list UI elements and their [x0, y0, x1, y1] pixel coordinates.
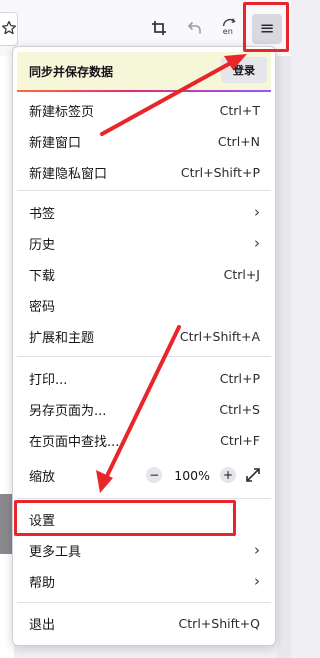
sync-label: 同步并保存数据	[29, 65, 114, 79]
menu-item-label: 打印...	[29, 372, 68, 388]
menu-item-label: 退出	[29, 617, 56, 633]
menu-item-label: 密码	[29, 299, 56, 315]
menu-item-label: 缩放	[29, 469, 56, 485]
fullscreen-icon[interactable]	[246, 468, 260, 482]
menu-item-label: 新建隐私窗口	[29, 166, 108, 182]
sign-in-button[interactable]: 登录	[221, 57, 267, 83]
menu-item-label: 帮助	[29, 575, 56, 591]
page-gray-block	[0, 494, 12, 554]
menu-item-label: 新建标签页	[29, 104, 95, 120]
menu-item-label: 新建窗口	[29, 135, 82, 151]
menu-item-new-window[interactable]: 新建窗口 Ctrl+N	[17, 126, 271, 156]
sync-accent-line	[17, 90, 271, 92]
translate-badge: en	[223, 26, 233, 36]
menu-item-save-page-as[interactable]: 另存页面为... Ctrl+S	[17, 394, 271, 424]
menu-item-zoom: 缩放 − 100% +	[17, 460, 271, 490]
menu-item-label: 另存页面为...	[29, 403, 107, 419]
menu-item-quit[interactable]: 退出 Ctrl+Shift+Q	[17, 608, 271, 638]
menu-item-help[interactable]: 帮助 ›	[17, 566, 271, 596]
menu-item-label: 更多工具	[29, 544, 82, 560]
menu-item-shortcut: Ctrl+Shift+P	[180, 164, 260, 180]
menu-item-settings[interactable]: 设置	[17, 504, 271, 534]
menu-item-label: 扩展和主题	[29, 330, 95, 346]
menu-item-label: 下载	[29, 268, 56, 284]
menu-item-new-tab[interactable]: 新建标签页 Ctrl+T	[17, 95, 271, 125]
menu-item-shortcut: Ctrl+Shift+A	[179, 328, 260, 344]
menu-item-more-tools[interactable]: 更多工具 ›	[17, 535, 271, 565]
bookmark-star-icon[interactable]	[0, 19, 18, 37]
menu-item-shortcut: Ctrl+N	[217, 133, 260, 149]
menu-item-label: 设置	[29, 513, 56, 529]
undo-icon[interactable]	[186, 19, 204, 37]
zoom-level[interactable]: 100%	[174, 468, 210, 483]
menu-item-shortcut: Ctrl+F	[220, 432, 260, 448]
menu-item-shortcut: Ctrl+T	[219, 102, 260, 118]
menu-item-print[interactable]: 打印... Ctrl+P	[17, 363, 271, 393]
menu-item-bookmarks[interactable]: 书签 ›	[17, 197, 271, 227]
translate-icon[interactable]: en	[221, 17, 239, 36]
menu-separator	[17, 602, 271, 603]
chevron-right-icon: ›	[254, 203, 260, 221]
menu-item-label: 在页面中查找...	[29, 434, 120, 450]
menu-item-new-private-window[interactable]: 新建隐私窗口 Ctrl+Shift+P	[17, 157, 271, 187]
chevron-right-icon: ›	[254, 541, 260, 559]
chevron-right-icon: ›	[254, 572, 260, 590]
page-content-right	[277, 56, 291, 658]
menu-item-passwords[interactable]: 密码	[17, 290, 271, 320]
menu-item-history[interactable]: 历史 ›	[17, 228, 271, 258]
menu-separator	[17, 356, 271, 357]
menu-item-shortcut: Ctrl+P	[219, 370, 260, 386]
menu-item-label: 历史	[29, 237, 56, 253]
menu-item-shortcut: Ctrl+J	[223, 266, 260, 282]
zoom-out-button[interactable]: −	[146, 467, 163, 483]
app-menu-button[interactable]: ≡	[252, 14, 282, 44]
app-menu-panel: 同步并保存数据 登录 新建标签页 Ctrl+T 新建窗口 Ctrl+N 新建隐私…	[12, 46, 276, 646]
menu-separator	[17, 190, 271, 191]
screenshot-icon[interactable]	[150, 19, 168, 37]
menu-item-shortcut: Ctrl+S	[219, 401, 260, 417]
zoom-in-button[interactable]: +	[220, 467, 236, 483]
menu-separator	[17, 498, 271, 499]
zoom-controls: − 100% +	[146, 467, 260, 483]
menu-item-find-in-page[interactable]: 在页面中查找... Ctrl+F	[17, 425, 271, 455]
menu-item-downloads[interactable]: 下载 Ctrl+J	[17, 259, 271, 289]
sync-row[interactable]: 同步并保存数据 登录	[17, 52, 271, 90]
menu-item-addons-themes[interactable]: 扩展和主题 Ctrl+Shift+A	[17, 321, 271, 351]
menu-item-shortcut: Ctrl+Shift+Q	[178, 615, 260, 631]
chevron-right-icon: ›	[254, 234, 260, 252]
menu-item-label: 书签	[29, 206, 56, 222]
hamburger-icon: ≡	[259, 18, 275, 39]
